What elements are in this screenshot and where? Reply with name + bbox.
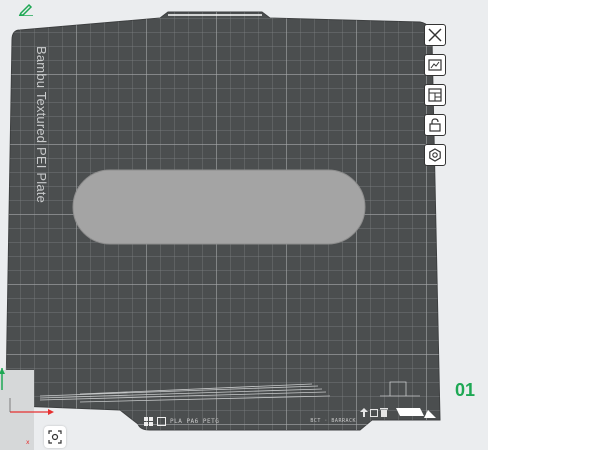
arrange-button[interactable]: [424, 54, 446, 76]
lock-button[interactable]: [424, 114, 446, 136]
upload-icon[interactable]: [360, 408, 368, 417]
model-object: [72, 169, 366, 245]
delete-icon[interactable]: [380, 408, 388, 417]
build-plate: [5, 11, 441, 431]
layout-icon: [428, 88, 442, 102]
lock-icon: [429, 118, 441, 132]
plate-number[interactable]: 01: [455, 380, 475, 401]
3d-viewport[interactable]: Bambu Textured PEI Plate 01 PLA PA6 PETG…: [0, 0, 488, 450]
settings-icon: [429, 148, 441, 162]
focus-view-icon: [48, 430, 62, 444]
settings-button[interactable]: [424, 144, 446, 166]
layout-button[interactable]: [424, 84, 446, 106]
right-blank-pane: [488, 0, 600, 450]
plate-bottom-bar: PLA PA6 PETG BCT · BARRACK: [144, 414, 356, 428]
grid-icon: [144, 416, 153, 426]
plate-action-icons: [360, 408, 388, 417]
plate-small-text: BCT · BARRACK: [310, 418, 356, 424]
filament-types: PLA PA6 PETG: [170, 417, 220, 425]
plate-icon: [157, 416, 166, 426]
arrange-icon: [428, 59, 442, 71]
close-button[interactable]: [424, 24, 446, 46]
plate-name-label: Bambu Textured PEI Plate: [34, 46, 49, 204]
box-icon[interactable]: [370, 408, 378, 417]
close-icon: [428, 28, 442, 42]
svg-text:x: x: [26, 439, 30, 446]
camera-view-button[interactable]: [44, 426, 66, 448]
